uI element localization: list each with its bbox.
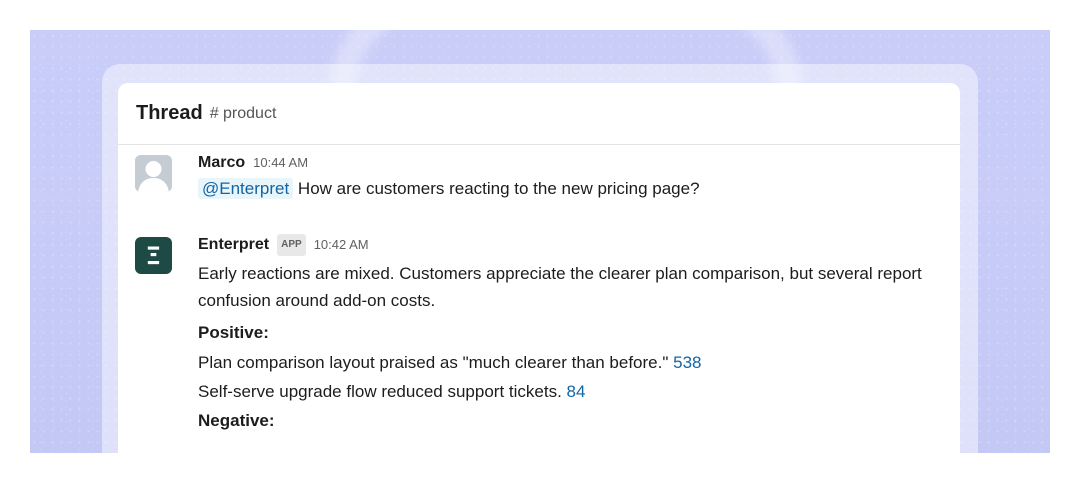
message-intro: Early reactions are mixed. Customers app… (198, 264, 922, 310)
thread-title: Thread (136, 102, 203, 124)
reference-count-link[interactable]: 84 (567, 382, 586, 401)
list-item: Self-serve upgrade flow reduced support … (198, 377, 930, 406)
sender-name[interactable]: Enterpret (198, 235, 269, 255)
negative-heading: Negative: (198, 411, 275, 430)
item-text: Self-serve upgrade flow reduced support … (198, 382, 562, 401)
reference-count-link[interactable]: 538 (673, 353, 701, 372)
thread-panel: Thread # product Marco 10:44 AM @Enterpr… (118, 83, 960, 453)
enterpret-logo-icon: Ξ (146, 241, 161, 270)
channel-link[interactable]: # product (210, 105, 277, 123)
avatar-enterpret[interactable]: Ξ (135, 237, 172, 274)
list-item: Plan comparison layout praised as "much … (198, 348, 930, 377)
background-stage: Thread # product Marco 10:44 AM @Enterpr… (30, 30, 1050, 453)
item-text: Plan comparison layout praised as "much … (198, 353, 669, 372)
positive-heading: Positive: (198, 323, 269, 342)
thread-header: Thread # product (118, 83, 960, 145)
avatar-marco[interactable] (135, 155, 172, 192)
message-timestamp[interactable]: 10:42 AM (314, 235, 369, 255)
default-user-icon (135, 155, 172, 192)
sender-name[interactable]: Marco (198, 153, 245, 173)
mention-enterpret[interactable]: @Enterpret (198, 178, 294, 199)
app-badge: APP (277, 234, 306, 256)
message-text: How are customers reacting to the new pr… (297, 179, 700, 198)
message-timestamp[interactable]: 10:44 AM (253, 153, 308, 173)
